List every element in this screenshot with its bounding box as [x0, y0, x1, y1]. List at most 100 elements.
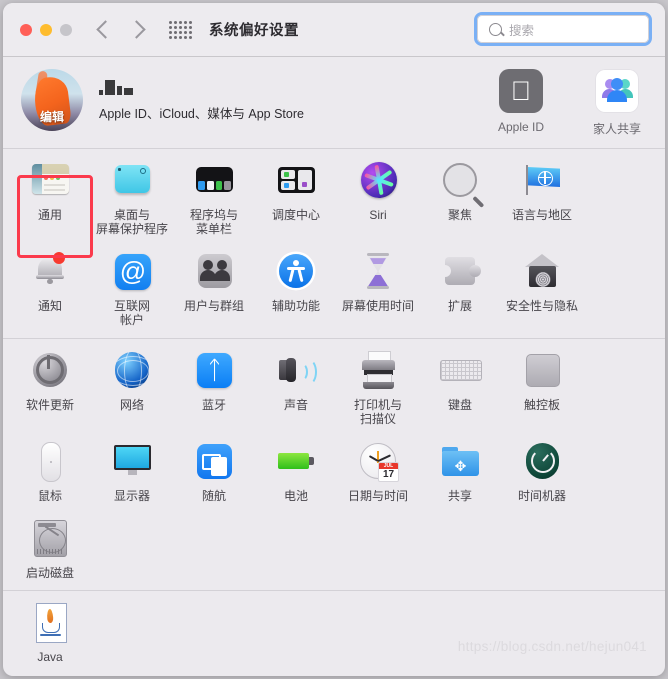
pref-apple-id[interactable]:  Apple ID [485, 69, 557, 137]
calendar-day: 17 [382, 468, 395, 480]
forward-arrow-icon[interactable] [127, 20, 146, 39]
pref-extensions[interactable]: 扩展 [419, 240, 501, 331]
security-privacy-icon [520, 249, 564, 293]
pref-network[interactable]: 网络 [91, 339, 173, 430]
navigation-buttons [96, 20, 146, 39]
spotlight-icon [438, 158, 482, 202]
pref-label: 程序坞与 菜单栏 [189, 208, 238, 237]
pref-siri[interactable]: Siri [337, 149, 419, 240]
pref-language-region[interactable]: 语言与地区 [501, 149, 583, 240]
search-icon [489, 22, 502, 36]
zoom-button[interactable] [60, 23, 72, 36]
pref-trackpad[interactable]: 触控板 [501, 339, 583, 430]
pref-spotlight[interactable]: 聚焦 [419, 149, 501, 240]
pref-label: 键盘 [447, 397, 472, 412]
pref-sharing[interactable]: ✥ 共享 [419, 430, 501, 507]
search-input[interactable]: 搜索 [477, 15, 649, 43]
section-personal: 通用 桌面与 屏幕保护程序 程序坞与 菜单栏 调度中心 Siri 聚焦 语言与地… [3, 149, 665, 332]
keyboard-icon [438, 348, 482, 392]
pref-battery[interactable]: 电池 [255, 430, 337, 507]
system-preferences-window: 系统偏好设置 搜索 编辑 Apple ID、iCloud、媒体与 App Sto… [3, 3, 665, 676]
search-field[interactable]: 搜索 [474, 12, 652, 46]
pref-java[interactable]: Java [9, 591, 91, 668]
sharing-icon: ✥ [438, 439, 482, 483]
pref-internet-accounts[interactable]: @ 互联网 帐户 [91, 240, 173, 331]
screen-time-icon [356, 249, 400, 293]
pref-dock-menubar[interactable]: 程序坞与 菜单栏 [173, 149, 255, 240]
sidecar-icon [192, 439, 236, 483]
pref-accessibility[interactable]: 辅助功能 [255, 240, 337, 331]
displays-icon [110, 439, 154, 483]
pref-screen-time[interactable]: 屏幕使用时间 [337, 240, 419, 331]
pref-date-time[interactable]: JUL 17 日期与时间 [337, 430, 419, 507]
pref-label: Java [37, 650, 63, 665]
pref-label: 聚焦 [447, 208, 472, 222]
show-all-icon[interactable] [169, 20, 192, 39]
pref-sidecar[interactable]: 随航 [173, 430, 255, 507]
pref-mission-control[interactable]: 调度中心 [255, 149, 337, 240]
time-machine-icon [520, 439, 564, 483]
pref-bluetooth[interactable]: ᛏ 蓝牙 [173, 339, 255, 430]
software-update-icon [28, 348, 72, 392]
pref-displays[interactable]: 显示器 [91, 430, 173, 507]
pref-label: 语言与地区 [511, 208, 572, 222]
apple-logo-icon:  [499, 69, 543, 113]
pref-label: 网络 [119, 397, 144, 412]
siri-icon [356, 158, 400, 202]
pref-label: 通用 [37, 208, 62, 222]
account-subtitle: Apple ID、iCloud、媒体与 App Store [99, 107, 304, 121]
pref-label: 软件更新 [25, 397, 74, 412]
pref-label: 扩展 [447, 299, 472, 314]
pref-time-machine[interactable]: 时间机器 [501, 430, 583, 507]
account-shortcuts:  Apple ID 家人共享 [485, 69, 653, 137]
family-sharing-icon [595, 69, 639, 113]
pref-sound[interactable]: 声音 [255, 339, 337, 430]
watermark: https://blog.csdn.net/hejun041 [457, 639, 647, 654]
accessibility-icon [274, 249, 318, 293]
pref-label: 打印机与 扫描仪 [353, 397, 402, 426]
startup-disk-icon [28, 516, 72, 560]
pref-label: 随航 [201, 488, 226, 503]
pref-label: 安全性与隐私 [505, 299, 578, 314]
sound-icon [274, 348, 318, 392]
dock-menubar-icon [192, 158, 236, 202]
printers-scanners-icon [356, 348, 400, 392]
pref-software-update[interactable]: 软件更新 [9, 339, 91, 430]
pref-notifications[interactable]: 通知 [9, 240, 91, 331]
pref-desktop-screensaver[interactable]: 桌面与 屏幕保护程序 [91, 149, 173, 240]
avatar-edit-label[interactable]: 编辑 [21, 108, 83, 125]
pref-users-groups[interactable]: 用户与群组 [173, 240, 255, 331]
mouse-icon [28, 439, 72, 483]
minimize-button[interactable] [40, 23, 52, 36]
language-region-icon [520, 158, 564, 202]
pref-label: 辅助功能 [271, 299, 320, 314]
pref-mouse[interactable]: 鼠标 [9, 430, 91, 507]
pref-keyboard[interactable]: 键盘 [419, 339, 501, 430]
trackpad-icon [520, 348, 564, 392]
title-bar: 系统偏好设置 搜索 [3, 3, 665, 57]
users-groups-icon [192, 249, 236, 293]
pref-label: 日期与时间 [347, 488, 408, 503]
pref-label: 时间机器 [517, 488, 566, 503]
pref-startup-disk[interactable]: 启动磁盘 [9, 507, 91, 584]
pref-label: 通知 [37, 299, 62, 314]
pref-label: Siri [369, 208, 387, 222]
apple-id-banner[interactable]: 编辑 Apple ID、iCloud、媒体与 App Store  Apple… [3, 57, 665, 142]
search-placeholder: 搜索 [509, 23, 535, 38]
internet-accounts-icon: @ [110, 249, 154, 293]
pref-family-sharing[interactable]: 家人共享 [581, 69, 653, 137]
pref-label: 电池 [283, 488, 308, 503]
pref-general[interactable]: 通用 [9, 149, 91, 240]
avatar[interactable]: 编辑 [21, 69, 83, 131]
back-arrow-icon[interactable] [96, 20, 115, 39]
battery-icon [274, 439, 318, 483]
page-title: 系统偏好设置 [209, 23, 299, 39]
pref-label: 触控板 [523, 397, 560, 412]
pref-label: 桌面与 屏幕保护程序 [95, 208, 168, 237]
pref-security-privacy[interactable]: 安全性与隐私 [501, 240, 583, 331]
mission-control-icon [274, 158, 318, 202]
account-text: Apple ID、iCloud、媒体与 App Store [99, 79, 304, 122]
close-button[interactable] [20, 23, 32, 36]
general-icon [28, 158, 72, 202]
pref-printers-scanners[interactable]: 打印机与 扫描仪 [337, 339, 419, 430]
